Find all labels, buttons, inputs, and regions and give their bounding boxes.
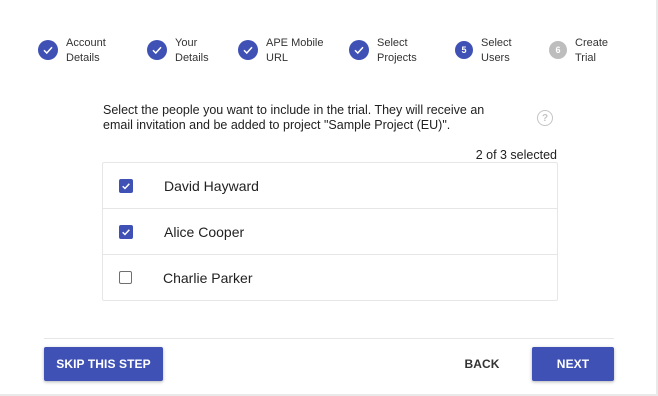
step-label: Select Projects: [377, 37, 417, 64]
user-row-alice-cooper[interactable]: Alice Cooper: [103, 209, 557, 255]
instructions-text: Select the people you want to include in…: [103, 103, 485, 132]
step-your-details: Your Details: [147, 36, 231, 66]
checkbox-checked-icon[interactable]: [119, 178, 133, 193]
user-name: Alice Cooper: [164, 223, 245, 240]
selection-count: 2 of 3 selected: [475, 148, 557, 162]
check-icon: [38, 40, 58, 60]
step-ape-mobile-url: APE Mobile URL: [238, 36, 332, 66]
footer-divider: [44, 338, 614, 339]
checkbox-unchecked-icon[interactable]: [119, 271, 132, 284]
step-label: Create Trial: [575, 37, 609, 64]
back-button[interactable]: BACK: [454, 347, 510, 381]
check-icon: [147, 40, 167, 60]
user-name: Charlie Parker: [163, 269, 253, 286]
user-row-charlie-parker[interactable]: Charlie Parker: [103, 255, 557, 300]
step-number-badge: 6: [549, 41, 567, 59]
skip-step-button[interactable]: SKIP THIS STEP: [44, 347, 163, 381]
step-number-badge: 5: [455, 41, 473, 59]
step-label: Account Details: [66, 37, 106, 64]
user-list: David Hayward Alice Cooper Charlie Parke…: [102, 162, 558, 301]
next-button[interactable]: NEXT: [532, 347, 614, 381]
step-select-users: 5 Select Users: [455, 36, 537, 66]
step-create-trial: 6 Create Trial: [549, 36, 621, 66]
step-label: Your Details: [175, 37, 209, 64]
stepper: Account Details Your Details APE Mobile URL…: [0, 36, 658, 72]
user-row-david-hayward[interactable]: David Hayward: [103, 163, 557, 209]
step-select-projects: Select Projects: [349, 36, 433, 66]
step-label: Select Users: [481, 37, 512, 64]
check-icon: [349, 40, 369, 60]
check-icon: [238, 40, 258, 60]
user-name: David Hayward: [164, 177, 259, 194]
step-label: APE Mobile URL: [266, 37, 324, 64]
help-circle-icon[interactable]: ?: [537, 110, 553, 126]
step-account-details: Account Details: [38, 36, 122, 66]
checkbox-checked-icon[interactable]: [119, 224, 133, 239]
